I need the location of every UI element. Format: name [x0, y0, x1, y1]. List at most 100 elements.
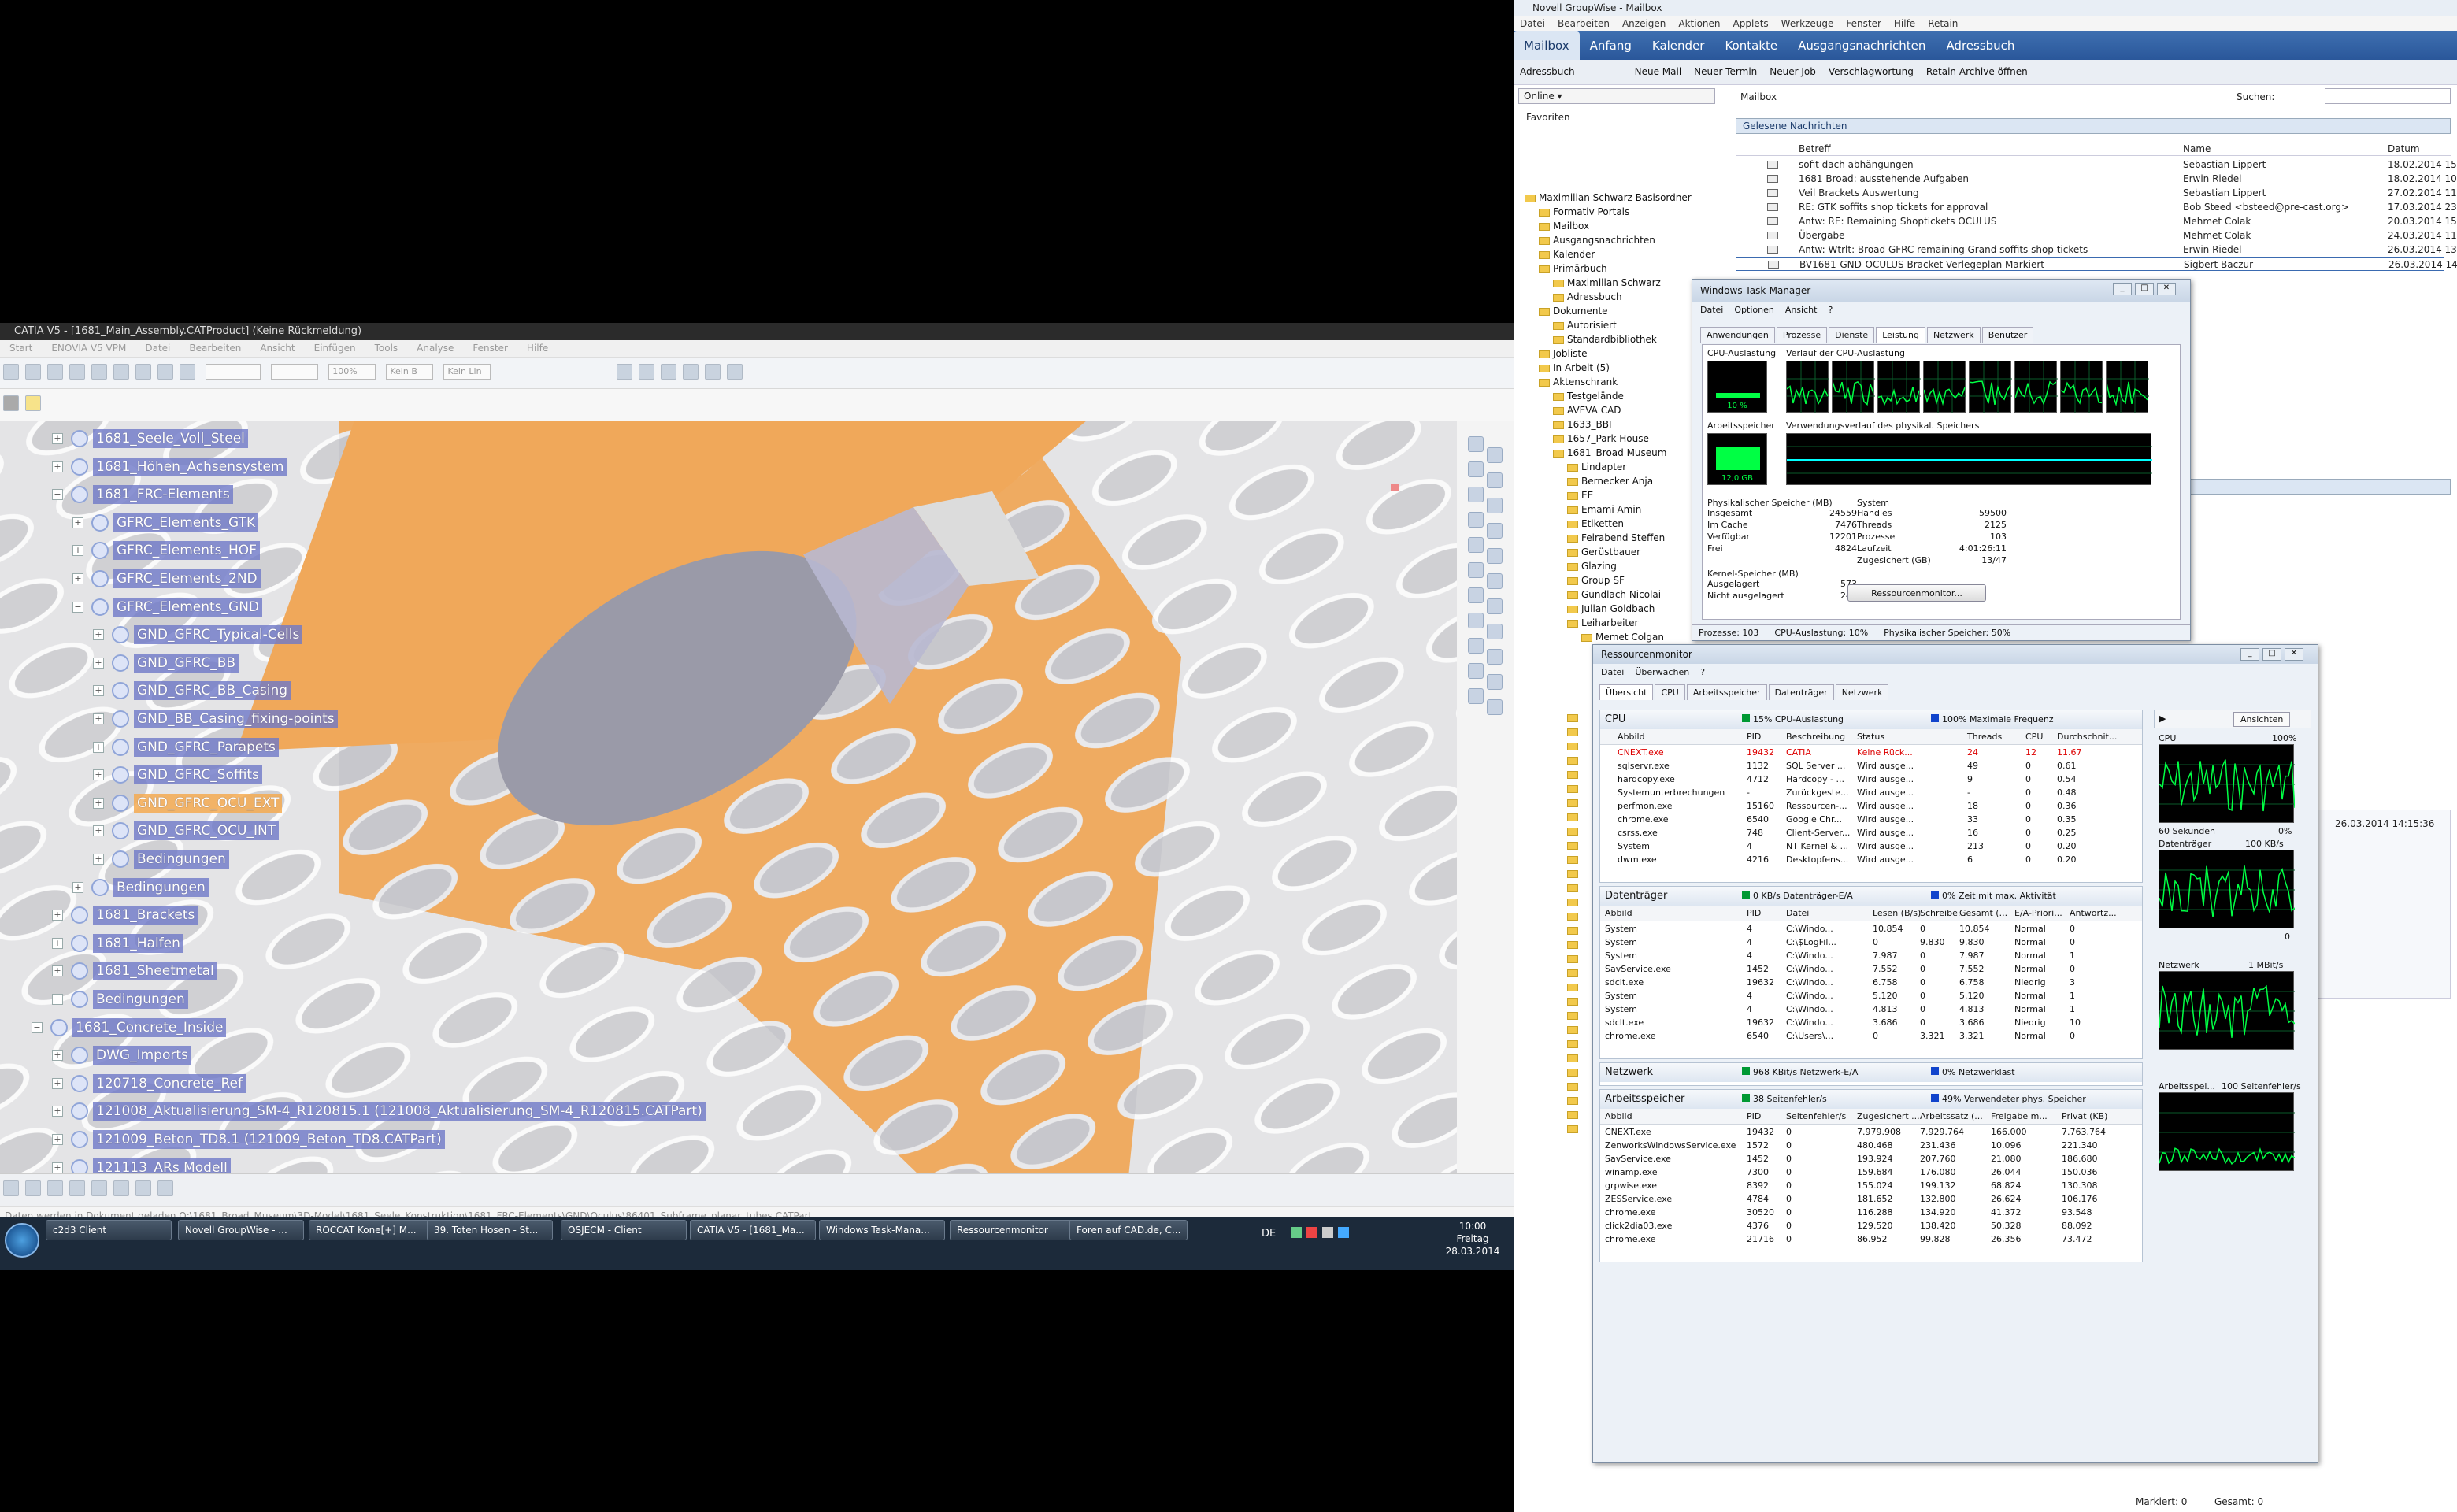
message-row[interactable]: Antw: RE: Remaining Shoptickets OCULUS Me… — [1736, 214, 2457, 228]
tm-menu-item[interactable]: Optionen — [1734, 305, 1773, 315]
tree-node[interactable]: +121008_Aktualisierung_SM-4_R120815.1 (1… — [52, 1099, 706, 1123]
gw-menu-item[interactable]: Applets — [1727, 16, 1775, 32]
catia-menu-item[interactable]: Tools — [365, 340, 408, 356]
column-header[interactable]: PID — [1747, 1111, 1761, 1121]
gw-tool-button[interactable]: Adressbuch — [1514, 60, 1581, 83]
layer-combo[interactable] — [206, 364, 261, 380]
table-row[interactable]: CNEXT.exe 19432 CATIA Keine Rück... 24 12 11.6… — [1600, 745, 2142, 758]
rm-close-button[interactable]: ✕ — [2285, 648, 2303, 661]
tree-node[interactable]: + Bedingungen — [93, 847, 229, 871]
gw-tool-button[interactable]: Neue Mail — [1629, 60, 1688, 83]
security-icon[interactable] — [1306, 1227, 1317, 1238]
tree-node[interactable]: +121009_Beton_TD8.1 (121009_Beton_TD8.CA… — [52, 1128, 445, 1151]
tree-node[interactable]: + GND_GFRC_OCU_INT — [93, 819, 280, 843]
gw-menu-item[interactable]: Hilfe — [1888, 16, 1922, 32]
gw-menu-item[interactable]: Fenster — [1840, 16, 1888, 32]
minimize-button[interactable]: _ — [2113, 283, 2132, 295]
expand-toggle-icon[interactable] — [52, 994, 63, 1005]
expand-toggle-icon[interactable]: + — [72, 545, 83, 557]
column-header[interactable]: Antwortz... — [2070, 908, 2117, 918]
tool-icon[interactable] — [1487, 598, 1503, 614]
message-row[interactable]: sofit dach abhängungen Sebastian Lippert 1… — [1736, 158, 2457, 172]
taskbar-button[interactable]: Foren auf CAD.de, C... — [1069, 1220, 1188, 1240]
rotate-icon[interactable] — [638, 364, 654, 380]
rm-menu-item[interactable]: ? — [1700, 667, 1705, 677]
folder-item[interactable]: Emami Amin — [1567, 504, 1641, 515]
light-icon[interactable] — [25, 395, 41, 411]
tree-node[interactable]: +120718_Concrete_Ref — [52, 1072, 246, 1095]
tool-icon[interactable] — [1468, 562, 1484, 578]
expand-toggle-icon[interactable]: + — [72, 881, 83, 893]
folder-item[interactable]: 1633_BBI — [1553, 419, 1612, 430]
folder-item[interactable] — [1567, 726, 1581, 737]
start-button[interactable] — [5, 1223, 39, 1258]
table-row[interactable]: perfmon.exe 15160 Ressourcen-... Wird ausge… — [1600, 799, 2142, 812]
message-row[interactable]: RE: GTK soffits shop tickets for approva… — [1736, 200, 2457, 214]
expand-toggle-icon[interactable]: + — [72, 517, 83, 528]
tm-tab[interactable]: Prozesse — [1776, 327, 1828, 343]
col-date[interactable]: Datum — [2388, 143, 2420, 154]
column-header[interactable]: Status — [1857, 732, 1884, 742]
column-header[interactable]: Abbild — [1605, 1111, 1632, 1121]
column-header[interactable]: E/A-Priori... — [2014, 908, 2062, 918]
tool-icon[interactable] — [1468, 613, 1484, 628]
folder-item[interactable]: Formativ Portals — [1539, 206, 1629, 217]
catia-menu-item[interactable]: Analyse — [407, 340, 463, 356]
tree-node[interactable]: + GFRC_Elements_2ND — [72, 567, 261, 591]
gw-menu-item[interactable]: Werkzeuge — [1775, 16, 1840, 32]
tool-icon[interactable] — [1468, 638, 1484, 654]
tool-icon[interactable] — [1468, 487, 1484, 502]
tree-node[interactable]: + GND_GFRC_OCU_EXT — [93, 791, 283, 815]
tm-tab[interactable]: Leistung — [1876, 327, 1925, 343]
table-row[interactable]: System 4 C:\Windo... 5.120 0 5.120 Normal 1 — [1600, 988, 2142, 1002]
folder-item[interactable] — [1567, 769, 1581, 780]
taskbar-button[interactable]: c2d3 Client — [46, 1220, 172, 1240]
folder-item[interactable] — [1567, 1095, 1581, 1106]
folder-item[interactable]: Mailbox — [1539, 220, 1589, 232]
tree-node[interactable]: − GFRC_Elements_GND — [72, 595, 263, 619]
table-row[interactable]: CNEXT.exe 19432 0 7.979.908 7.929.764 166.000… — [1600, 1125, 2142, 1138]
tool-icon[interactable] — [1487, 699, 1503, 715]
table-row[interactable]: chrome.exe 30520 0 116.288 134.920 41.372 93.5… — [1600, 1205, 2142, 1218]
folder-item[interactable] — [1567, 797, 1581, 808]
network-section-header[interactable]: Netzwerk 968 KBit/s Netzwerk-E/A 0% Netz… — [1600, 1063, 2142, 1082]
folder-item[interactable] — [1567, 882, 1581, 893]
tree-node[interactable]: + GND_BB_Casing_fixing-points — [93, 707, 338, 731]
rm-tab[interactable]: CPU — [1655, 684, 1685, 700]
rm-tab[interactable]: Netzwerk — [1835, 684, 1889, 700]
gw-nav-tab[interactable]: Mailbox — [1514, 32, 1580, 60]
table-row[interactable]: chrome.exe 21716 0 86.952 99.828 26.356 73.472 — [1600, 1232, 2142, 1245]
folder-item[interactable] — [1567, 754, 1581, 765]
taskbar-button[interactable]: Ressourcenmonitor — [950, 1220, 1076, 1240]
fly-icon[interactable] — [47, 1180, 63, 1196]
folder-item[interactable] — [1567, 1080, 1581, 1091]
message-row[interactable]: Übergabe Mehmet Colak 24.03.2014 11:0 — [1736, 228, 2457, 243]
rm-minimize-button[interactable]: _ — [2240, 648, 2259, 661]
tool-icon[interactable] — [1468, 663, 1484, 679]
tree-node[interactable]: +1681_Brackets — [52, 903, 198, 927]
maximize-button[interactable]: □ — [2135, 283, 2154, 295]
column-header[interactable]: PID — [1747, 732, 1761, 742]
table-row[interactable]: sdclt.exe 19632 C:\Windo... 3.686 0 3.686 Nied… — [1600, 1015, 2142, 1028]
folder-item[interactable] — [1567, 1066, 1581, 1077]
tm-tab[interactable]: Anwendungen — [1700, 327, 1775, 343]
hide-show-icon[interactable] — [91, 1180, 107, 1196]
table-row[interactable]: SavService.exe 1452 C:\Windo... 7.552 0 7.552… — [1600, 962, 2142, 975]
folder-item[interactable] — [1567, 1024, 1581, 1035]
folder-item[interactable]: Aktenschrank — [1539, 376, 1618, 387]
folder-item[interactable] — [1567, 839, 1581, 850]
expand-toggle-icon[interactable]: + — [52, 461, 63, 472]
gw-nav-tab[interactable]: Anfang — [1580, 32, 1642, 60]
expand-toggle-icon[interactable]: + — [72, 573, 83, 584]
column-header[interactable]: CPU — [2025, 732, 2043, 742]
column-header[interactable]: Abbild — [1605, 908, 1632, 918]
folder-item[interactable]: Dokumente — [1539, 306, 1608, 317]
network-icon[interactable] — [1291, 1227, 1302, 1238]
disk-section-header[interactable]: Datenträger 0 KB/s Datenträger-E/A 0% Ze… — [1600, 887, 2142, 906]
tool-icon[interactable] — [1487, 498, 1503, 513]
folder-item[interactable]: Gundlach Nicolai — [1567, 589, 1661, 600]
rm-maximize-button[interactable]: □ — [2262, 648, 2281, 661]
gw-menu-item[interactable]: Aktionen — [1672, 16, 1726, 32]
expand-toggle-icon[interactable]: + — [52, 1077, 63, 1089]
folder-item[interactable]: AVEVA CAD — [1553, 405, 1621, 416]
